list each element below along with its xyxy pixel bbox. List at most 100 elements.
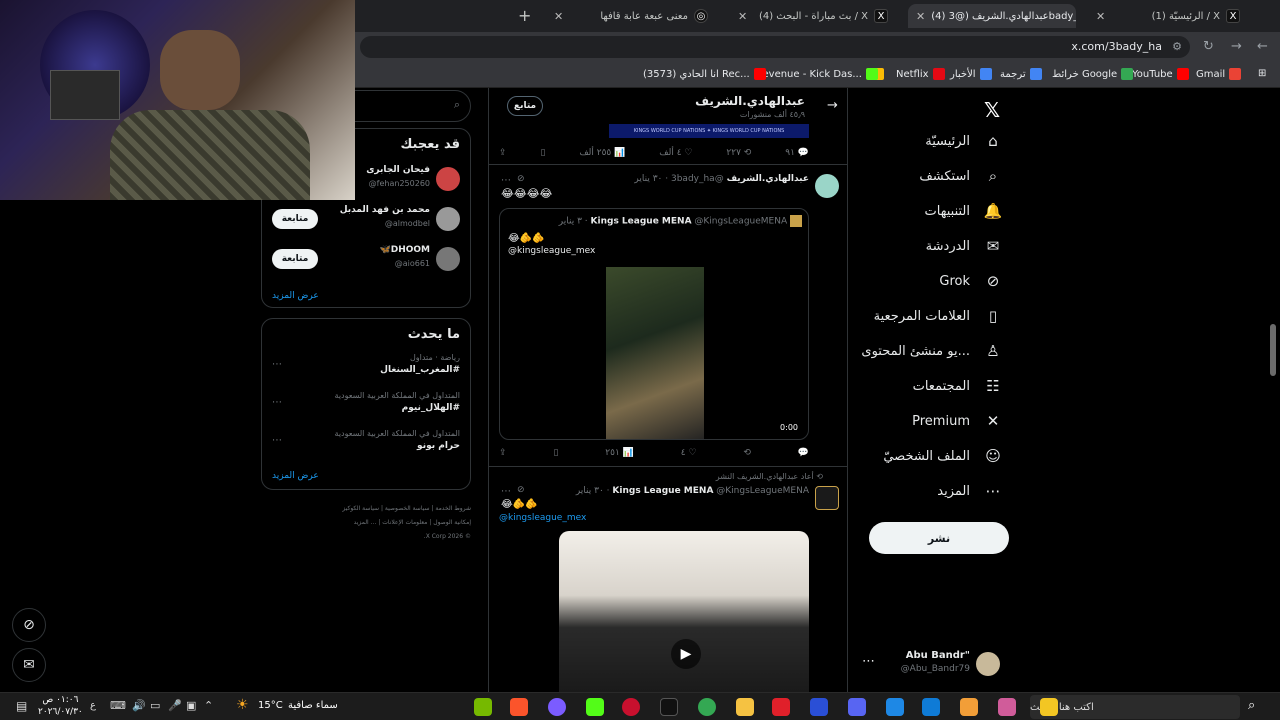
tab-profile[interactable]: ✕ (4) عبدالهادي.الشريف (@3bady_ha X — [908, 4, 1076, 28]
share-action[interactable]: ⇪ — [499, 148, 507, 158]
apps-icon[interactable]: ⊞ — [1258, 68, 1266, 79]
tab-home[interactable]: ✕ (1) الرئيسيّة / X X — [1088, 4, 1248, 28]
tweet-author[interactable]: عبدالهادي.الشريف — [727, 174, 809, 184]
brave-icon[interactable] — [510, 698, 528, 716]
nav-item-9[interactable]: ☺ الملف الشخصيّ — [883, 447, 1002, 465]
video-thumbnail[interactable]: ▶ — [559, 531, 809, 692]
show-more-link[interactable]: عرض المزيد — [272, 471, 319, 481]
reply-action[interactable]: 💬 ٩١ — [785, 148, 809, 158]
trend-item[interactable]: المتداول في المملكة العربية السعودية #اله… — [262, 391, 470, 425]
close-tab-icon[interactable]: ✕ — [1096, 10, 1105, 23]
bookmark-news[interactable]: الأخبار — [950, 68, 992, 80]
nav-item-3[interactable]: ✉ الدردشة — [926, 237, 1002, 255]
close-tab-icon[interactable]: ✕ — [554, 10, 563, 23]
follow-button[interactable]: متابعة — [272, 209, 318, 229]
more-dots-icon[interactable]: ⋯ — [501, 486, 511, 497]
reply-action[interactable]: 💬 — [798, 448, 809, 458]
trend-item[interactable]: المتداول في المملكة العربية السعودية حرام… — [262, 429, 470, 463]
close-tab-icon[interactable]: ✕ — [738, 10, 747, 23]
youtube-icon[interactable] — [772, 698, 790, 716]
file-explorer-icon[interactable] — [736, 698, 754, 716]
app-icon[interactable] — [998, 698, 1016, 716]
new-tab-button[interactable]: + — [518, 6, 531, 25]
repost-action[interactable]: ⟲ ٢٢٧ — [726, 148, 751, 158]
back-icon[interactable]: ← — [1257, 39, 1268, 54]
grok-small-icon[interactable]: ⊘ — [517, 485, 525, 495]
trend-item[interactable]: رياضة · متداول #المغرب_السنغال ⋯ — [262, 353, 470, 387]
grok-fab-icon[interactable]: ⊘ — [12, 608, 46, 642]
grok-small-icon[interactable]: ⊘ — [517, 174, 525, 184]
bookmark-action[interactable]: ▯ — [540, 148, 545, 158]
post-button[interactable]: نشر — [869, 522, 1009, 554]
follow-suggestion[interactable]: DHOOM🦋 @aio661 متابعة — [262, 243, 470, 279]
account-switcher[interactable]: ⋯ Abu Bandr" @Abu_Bandr79 — [858, 650, 1008, 678]
video-thumbnail[interactable] — [606, 267, 704, 439]
bookmark-netflix[interactable]: Netflix — [896, 68, 945, 80]
app-icon[interactable] — [548, 698, 566, 716]
outlook-icon[interactable] — [886, 698, 904, 716]
weather-icon[interactable]: ☀ — [236, 697, 249, 713]
site-settings-icon[interactable]: ⚙ — [1172, 40, 1182, 53]
scrollbar-thumb[interactable] — [1270, 324, 1276, 376]
tweet-mention[interactable]: @kingsleague_mex — [499, 513, 586, 523]
network-icon[interactable]: ▭ — [150, 699, 160, 712]
edge-icon[interactable] — [922, 698, 940, 716]
obs-icon[interactable] — [622, 698, 640, 716]
tweet-author[interactable]: Kings League MENA — [612, 486, 713, 496]
avatar[interactable] — [436, 167, 460, 191]
start-button-icon[interactable]: ⌕ — [1248, 698, 1255, 713]
notifications-icon[interactable]: ▤ — [16, 699, 27, 713]
nav-item-1[interactable]: ⌕ استكشف — [919, 167, 1002, 185]
nav-item-6[interactable]: ♙ ...يو منشئ المحتوى — [861, 342, 1002, 360]
follow-button[interactable]: متابعة — [272, 249, 318, 269]
share-action[interactable]: ⇪ — [499, 448, 507, 458]
avatar[interactable] — [815, 174, 839, 198]
reload-icon[interactable]: ↻ — [1203, 39, 1214, 54]
app-icon[interactable] — [960, 698, 978, 716]
bookmark-youtube-video[interactable]: (3573) انا الحادي Rec... — [643, 68, 766, 80]
kings-league-avatar[interactable] — [815, 486, 839, 510]
following-button[interactable]: متابع — [507, 96, 543, 116]
repost-action[interactable]: ⟲ — [743, 448, 751, 458]
like-action[interactable]: ♡ ٤ ألف — [659, 148, 692, 158]
nav-item-2[interactable]: 🔔 التنبيهات — [925, 202, 1003, 220]
tiktok-icon[interactable] — [660, 698, 678, 716]
discord-icon[interactable] — [848, 698, 866, 716]
bookmark-youtube[interactable]: YouTube — [1132, 68, 1189, 80]
views-action[interactable]: 📊 ٢٥٥ ألف — [579, 148, 625, 158]
more-dots-icon[interactable]: ⋯ — [501, 175, 511, 186]
tray-chevron-icon[interactable]: ⌃ — [204, 699, 213, 712]
app-icon[interactable] — [810, 698, 828, 716]
nav-item-10[interactable]: ⋯ المزيد — [937, 482, 1002, 500]
volume-icon[interactable]: 🔊 — [132, 699, 146, 712]
avatar[interactable] — [436, 247, 460, 271]
like-action[interactable]: ♡ ٤ — [681, 448, 697, 458]
omnibox[interactable]: x.com/3bady_ha ⚙ — [360, 36, 1190, 58]
copilot-icon[interactable] — [1040, 698, 1058, 716]
nav-item-0[interactable]: ⌂ الرئيسيّة — [925, 132, 1002, 150]
chrome-icon[interactable] — [698, 698, 716, 716]
bookmark-gmail[interactable]: Gmail — [1196, 68, 1242, 80]
more-dots-icon[interactable]: ⋯ — [272, 397, 282, 408]
messages-fab-icon[interactable]: ✉ — [12, 648, 46, 682]
nav-item-8[interactable]: ✕ Premium — [912, 412, 1002, 430]
views-action[interactable]: 📊 ٢٥١ — [605, 448, 634, 458]
tab-search[interactable]: ✕ (4) بث مباراة - البحث / X X — [730, 4, 896, 28]
taskbar-search-input[interactable]: اكتب هنا للبحث — [1030, 695, 1240, 719]
bookmark-translate[interactable]: ترجمة — [1000, 68, 1042, 80]
language-indicator[interactable]: ع — [90, 700, 96, 711]
quoted-tweet[interactable]: Kings League MENA @KingsLeagueMENA · ٣ ي… — [499, 208, 809, 440]
kick-icon[interactable] — [586, 698, 604, 716]
keyboard-icon[interactable]: ⌨ — [110, 699, 126, 712]
more-dots-icon[interactable]: ⋯ — [272, 359, 282, 370]
clock[interactable]: ٠١:٠٦ ص ٢٠٢٦/٠٧/٣٠ — [38, 694, 83, 718]
tab-meaning[interactable]: ✕ معنى عبعة عابة قافها ◎ — [546, 4, 716, 28]
nav-item-7[interactable]: ☷ المجتمعات — [913, 377, 1002, 395]
forward-icon[interactable]: → — [1231, 39, 1242, 54]
play-icon[interactable]: ▶ — [671, 639, 701, 669]
nvidia-icon[interactable] — [474, 698, 492, 716]
x-logo-icon[interactable]: 𝕏 — [984, 98, 1000, 122]
tray-app-icon[interactable]: ▣ — [186, 699, 196, 712]
nav-item-4[interactable]: ⊘ Grok — [939, 272, 1002, 290]
back-arrow-icon[interactable]: → — [827, 98, 838, 113]
